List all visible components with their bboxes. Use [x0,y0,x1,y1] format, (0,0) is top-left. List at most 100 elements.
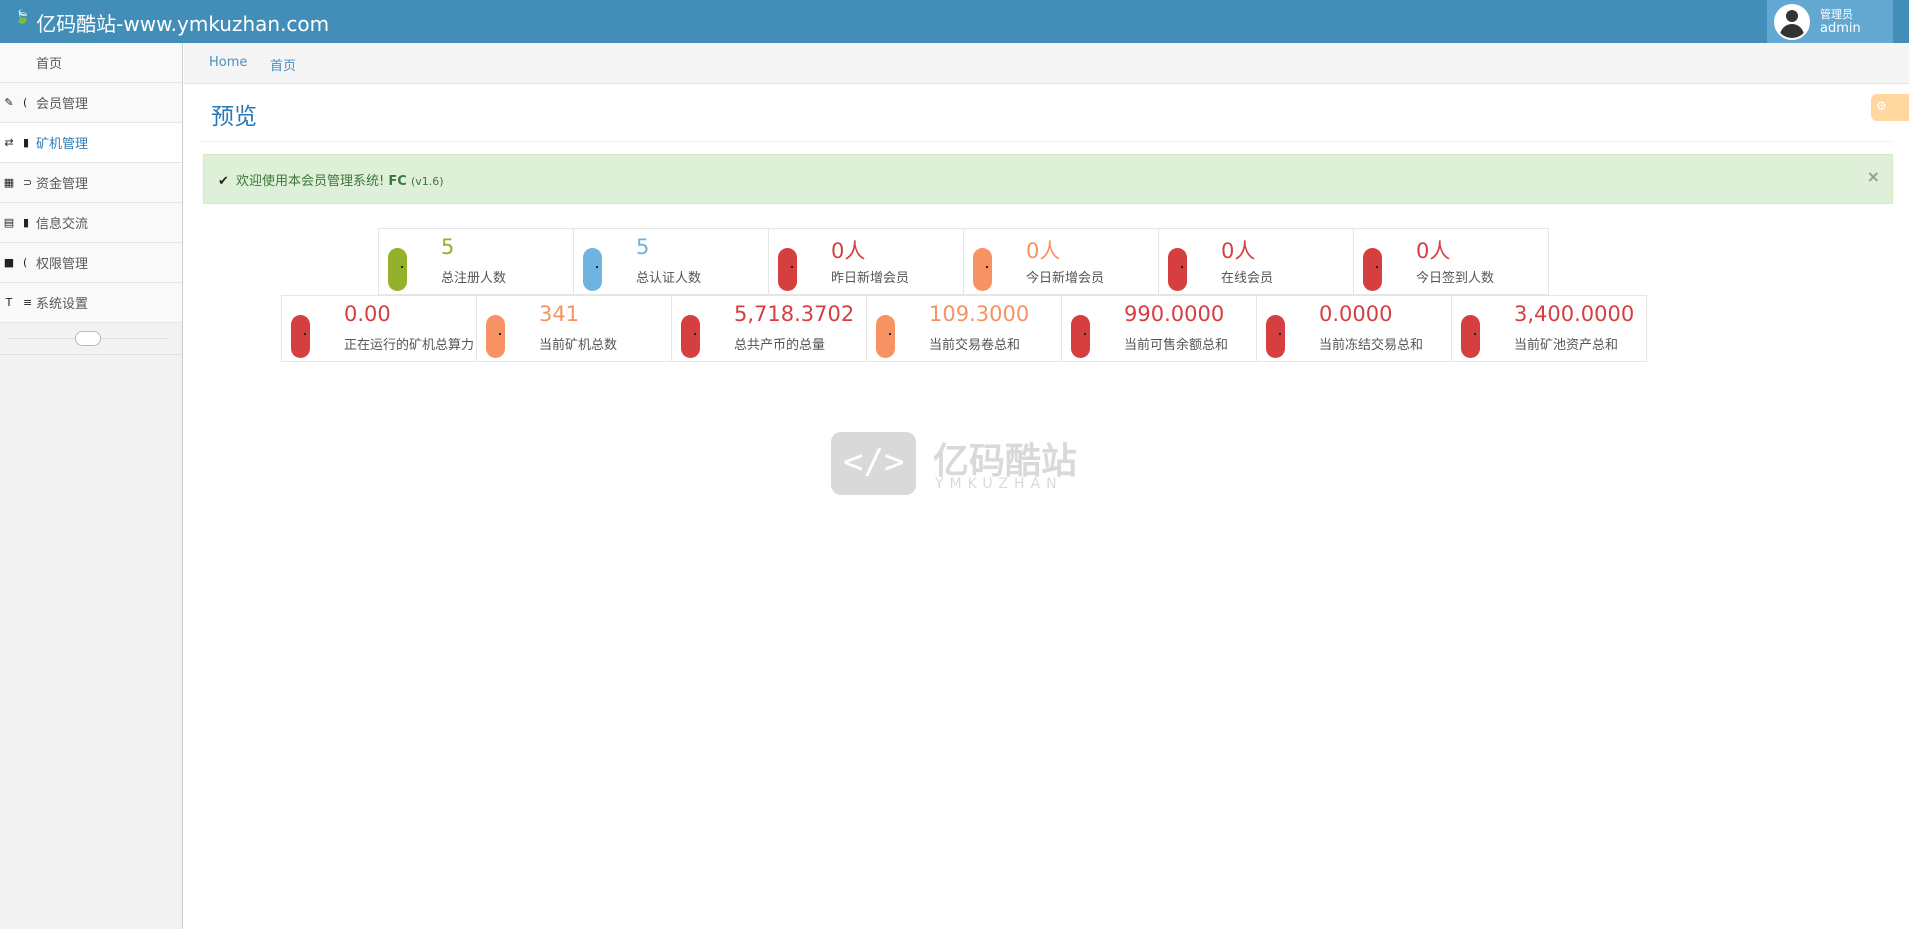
alert-version: (v1.6) [410,175,444,188]
stat-card: 990.0000 当前可售余额总和 [1061,295,1257,362]
marker-icon: ▮ [23,136,30,149]
brand[interactable]: 🍃 亿码酷站-www.ymkuzhan.com [14,8,329,37]
stat-label: 当前矿机总数 [539,338,618,353]
stat-icon [1363,248,1382,291]
marker-icon: ▮ [23,216,30,229]
sidebar-item-home[interactable]: 首页 [0,43,182,83]
stat-icon [1461,315,1480,358]
stat-value: 0人 [1416,239,1451,263]
stat-card: 0人今日新增会员 [963,228,1159,295]
stat-icon [486,315,505,358]
stat-value: 0人 [831,239,866,263]
stat-label: 总共产币的总量 [734,338,826,353]
stat-icon [681,315,700,358]
sidebar: 首页 ✎ ( 会员管理 ⇄ ▮ 矿机管理 ▦ ⊃ 资金管理 ▤ ▮ 信息交流 ■… [0,43,183,929]
pencil-square-icon: ✎ [4,96,14,109]
stat-label: 今日新增会员 [1026,271,1105,286]
watermark-logo: </> 亿码酷站 YMKUZHAN [831,432,1078,497]
watermark-name-en: YMKUZHAN [935,476,1063,492]
stat-icon [778,248,797,291]
stat-value: 0.0000 [1319,302,1393,326]
stat-card: 5,718.3702 总共产币的总量 [671,295,867,362]
alert-product: FC [388,174,407,189]
calendar-icon: ▦ [3,176,15,189]
close-icon[interactable]: × [1867,167,1880,186]
breadcrumb-current[interactable]: 首页 [270,55,296,74]
stat-label: 今日签到人数 [1416,271,1495,286]
stat-value: 0.00 [344,302,391,326]
stat-label: 当前可售余额总和 [1124,338,1229,353]
sidebar-item-label: 信息交流 [36,217,89,232]
stat-card: 0人今日签到人数 [1353,228,1549,295]
stat-icon [388,248,407,291]
sidebar-item-members[interactable]: ✎ ( 会员管理 [0,83,182,123]
stat-card: 109.3000 当前交易卷总和 [866,295,1062,362]
sidebar-item-permissions[interactable]: ■ ( 权限管理 [0,243,182,283]
stat-value: 0人 [1221,239,1256,263]
stat-card: 0人在线会员 [1158,228,1354,295]
stat-label: 当前矿池资产总和 [1514,338,1619,353]
text-height-icon: T [5,296,13,309]
shuffle-icon: ⇄ [4,136,14,149]
sidebar-collapse [0,323,182,355]
chevron-icon: ⊃ [23,176,33,189]
stat-label: 当前交易卷总和 [929,338,1021,353]
welcome-alert: ✔ 欢迎使用本会员管理系统! FC (v1.6) × [203,154,1893,204]
stat-value: 341 [539,302,580,326]
avatar [1774,3,1810,40]
stat-value: 5,718.3702 [734,302,855,326]
stat-icon [1266,315,1285,358]
user-role: 管理员 [1820,7,1853,21]
stat-label: 昨日新增会员 [831,271,910,286]
chevron-icon: ( [23,96,28,109]
user-menu[interactable]: 管理员 admin [1767,0,1893,43]
stat-value: 990.0000 [1124,302,1225,326]
sidebar-collapse-button[interactable] [75,331,101,346]
stat-icon [1071,315,1090,358]
sidebar-item-label: 资金管理 [36,177,89,192]
divider [202,141,1892,142]
top-navbar: 🍃 亿码酷站-www.ymkuzhan.com 管理员 admin [0,0,1909,43]
breadcrumb-home[interactable]: Home [209,55,247,70]
stat-card: 0.00 正在运行的矿机总算力 [281,295,477,362]
stat-icon [973,248,992,291]
stat-card: 0.0000 当前冻结交易总和 [1256,295,1452,362]
stat-label: 在线会员 [1221,271,1274,286]
alert-text: 欢迎使用本会员管理系统! [236,174,385,189]
chevron-icon: ( [23,256,28,269]
sidebar-item-label: 会员管理 [36,97,89,112]
stat-label: 总认证人数 [636,271,702,286]
stat-icon [583,248,602,291]
leaf-icon: 🍃 [14,10,31,25]
sidebar-item-label: 矿机管理 [36,137,89,152]
breadcrumb: Home 首页 [184,43,1909,84]
gear-icon: ⚙ [1876,99,1887,113]
stat-value: 3,400.0000 [1514,302,1635,326]
stat-label: 总注册人数 [441,271,507,286]
sidebar-item-messages[interactable]: ▤ ▮ 信息交流 [0,203,182,243]
stat-value: 109.3000 [929,302,1030,326]
list-icon: ≡ [23,296,33,309]
code-icon: </> [831,432,916,495]
stat-card: 3,400.0000 当前矿池资产总和 [1451,295,1647,362]
stat-icon [291,315,310,358]
sidebar-item-funds[interactable]: ▦ ⊃ 资金管理 [0,163,182,203]
stat-card: 5 总注册人数 [378,228,574,295]
sidebar-item-label: 系统设置 [36,297,89,312]
settings-toggle[interactable]: ⚙ [1871,94,1909,121]
sidebar-item-miners[interactable]: ⇄ ▮ 矿机管理 [0,123,182,163]
sidebar-item-label: 权限管理 [36,257,89,272]
stat-label: 当前冻结交易总和 [1319,338,1424,353]
user-name: admin [1820,20,1861,36]
stat-value: 0人 [1026,239,1061,263]
stat-value: 5 [636,235,650,259]
file-icon: ■ [3,256,15,269]
stat-card: 5 总认证人数 [573,228,769,295]
sidebar-item-settings[interactable]: T ≡ 系统设置 [0,283,182,323]
stat-value: 5 [441,235,455,259]
stat-icon [876,315,895,358]
brand-title: 亿码酷站-www.ymkuzhan.com [36,12,330,36]
list-alt-icon: ▤ [3,216,15,229]
stat-icon [1168,248,1187,291]
stat-card: 341 当前矿机总数 [476,295,672,362]
